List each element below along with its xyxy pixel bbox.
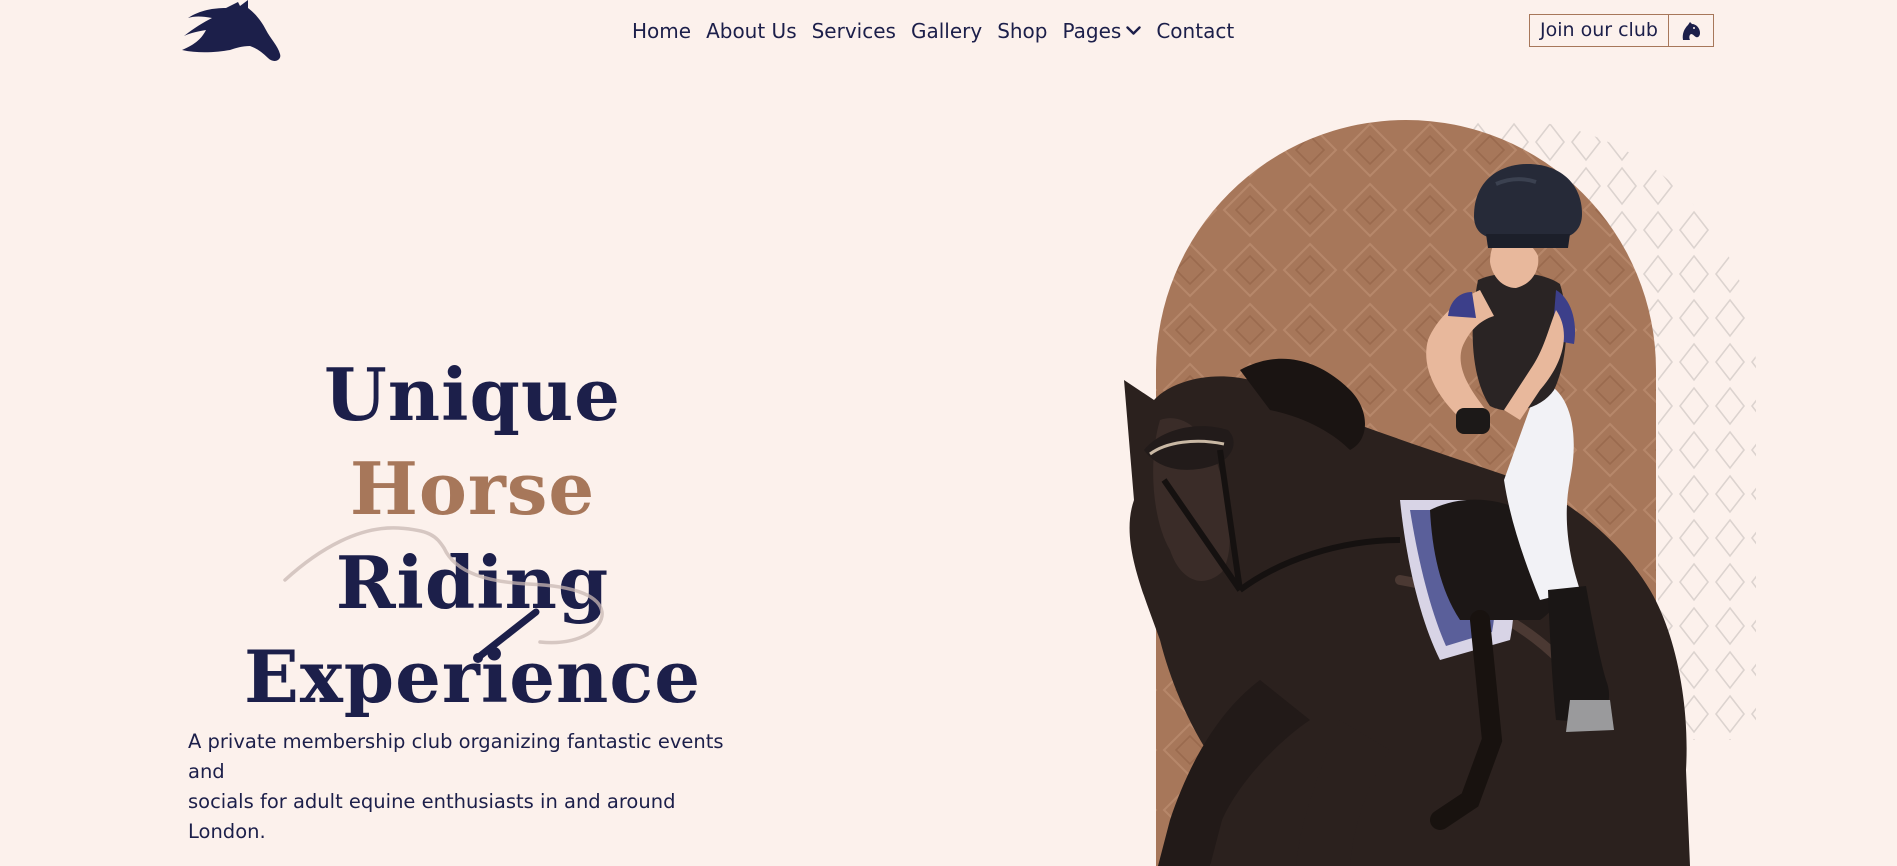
hero-description: A private membership club organizing fan…	[188, 727, 748, 847]
nav-contact[interactable]: Contact	[1156, 18, 1234, 44]
nav-home[interactable]: Home	[632, 18, 691, 44]
nav-gallery-label[interactable]: Gallery	[911, 18, 982, 44]
nav-about-us[interactable]: About Us	[706, 18, 797, 44]
join-club-label[interactable]: Join our club	[1530, 15, 1668, 46]
nav-shop-label[interactable]: Shop	[997, 18, 1047, 44]
hero-title-line-3: Riding	[335, 540, 610, 625]
hero-title-line-4: Experience	[243, 634, 702, 719]
hero-title: Unique Horse Riding Experience	[190, 348, 755, 724]
main-nav: Home About Us Services Gallery Shop Page…	[632, 18, 1234, 44]
chevron-down-icon[interactable]	[1126, 26, 1142, 36]
hero-description-line-2: socials for adult equine enthusiasts in …	[188, 790, 676, 843]
nav-gallery[interactable]: Gallery	[911, 18, 982, 44]
hero-description-line-1: A private membership club organizing fan…	[188, 730, 724, 783]
nav-shop[interactable]: Shop	[997, 18, 1047, 44]
horse-head-logo-icon[interactable]	[182, 0, 282, 64]
nav-pages-label[interactable]: Pages	[1063, 18, 1122, 44]
nav-services-label[interactable]: Services	[812, 18, 896, 44]
nav-home-label[interactable]: Home	[632, 18, 691, 44]
nav-contact-label[interactable]: Contact	[1156, 18, 1234, 44]
rider-on-jumping-horse-image	[1124, 120, 1756, 866]
nav-about-label[interactable]: About Us	[706, 18, 797, 44]
hero-title-line-2: Horse	[349, 446, 596, 531]
join-club-button[interactable]: Join our club	[1529, 14, 1714, 47]
hero-title-line-1: Unique	[324, 352, 621, 437]
horse-head-icon	[1682, 21, 1700, 40]
nav-services[interactable]: Services	[812, 18, 896, 44]
join-club-icon-box[interactable]	[1667, 15, 1713, 46]
nav-pages[interactable]: Pages	[1063, 18, 1142, 44]
